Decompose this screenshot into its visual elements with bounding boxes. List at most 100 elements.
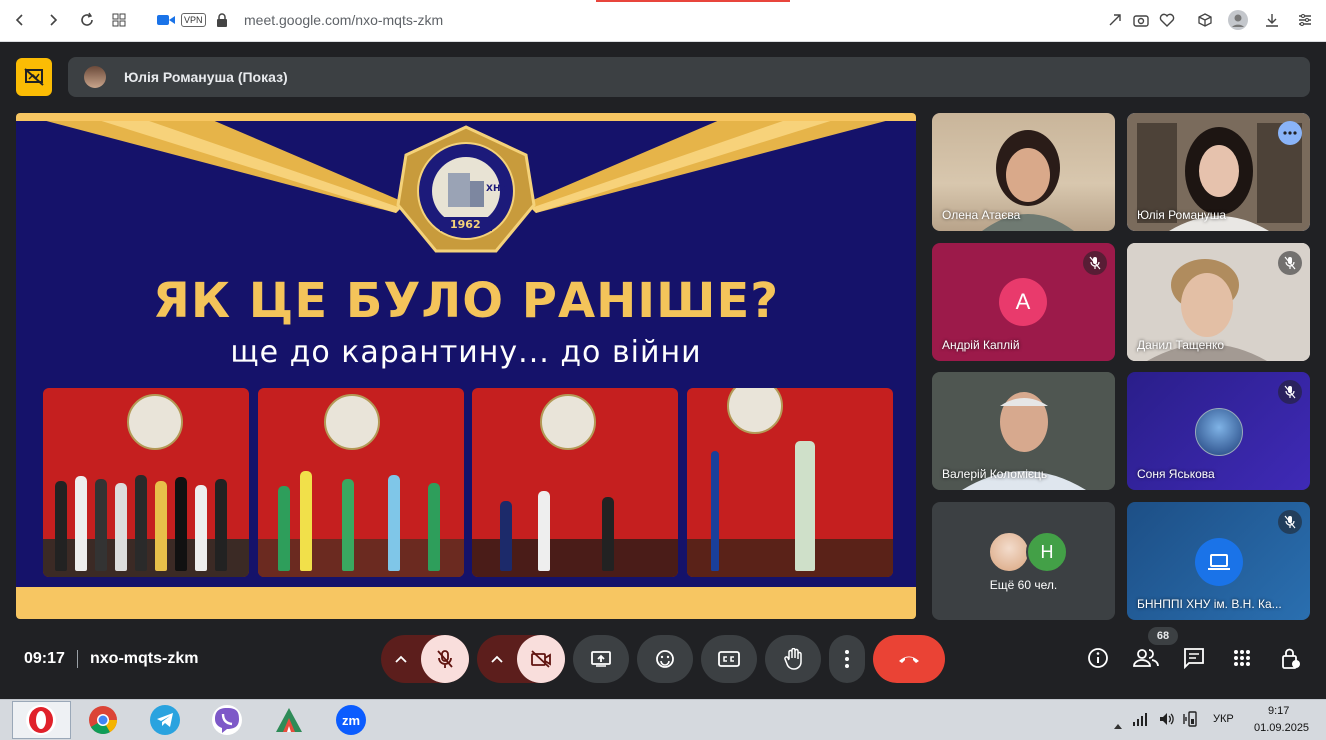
back-icon[interactable] — [10, 10, 30, 30]
heart-icon[interactable] — [1157, 10, 1177, 30]
info-icon — [1088, 648, 1108, 668]
chat-button[interactable] — [1180, 644, 1208, 672]
download-icon[interactable] — [1262, 10, 1282, 30]
mic-off-icon — [1089, 256, 1101, 270]
participant-tile[interactable]: Соня Яськова — [1127, 372, 1310, 490]
loading-bar — [596, 0, 790, 2]
video-settings-button[interactable] — [477, 655, 517, 663]
tabs-grid-icon[interactable] — [109, 10, 129, 30]
activities-button[interactable] — [1228, 644, 1256, 672]
reload-icon[interactable] — [77, 10, 97, 30]
people-button[interactable] — [1132, 644, 1160, 672]
more-vert-icon — [845, 650, 849, 668]
camera-in-use-icon[interactable] — [156, 10, 176, 30]
emoji-icon — [656, 650, 674, 668]
more-options-button[interactable] — [1278, 121, 1302, 145]
chrome-icon[interactable] — [88, 705, 118, 735]
mic-off-icon — [1284, 515, 1296, 529]
people-icon — [1133, 649, 1159, 667]
participant-tile[interactable]: Валерій Коломієць — [932, 372, 1115, 490]
chat-icon — [1184, 648, 1204, 669]
closed-caption-icon — [718, 651, 740, 667]
mic-toggle-button[interactable] — [421, 635, 469, 683]
address-bar-url[interactable]: meet.google.com/nxo-mqts-zkm — [244, 12, 443, 28]
extensions-cube-icon[interactable] — [1195, 10, 1215, 30]
divider — [77, 650, 78, 668]
camera-control — [477, 635, 565, 683]
battery-icon[interactable] — [1183, 711, 1201, 732]
profile-avatar-icon[interactable] — [1228, 10, 1248, 30]
participant-photo-avatar — [988, 531, 1030, 573]
people-count-badge: 68 — [1148, 627, 1178, 645]
mic-off-indicator — [1278, 380, 1302, 404]
host-controls-button[interactable] — [1277, 644, 1305, 672]
slide-photo-3 — [472, 388, 678, 577]
presenter-bar: Юлія Романуша (Показ) — [68, 57, 1310, 97]
participant-photo-avatar — [1195, 408, 1243, 456]
mic-off-indicator — [1278, 251, 1302, 275]
participant-tile[interactable]: Данил Тащенко — [1127, 243, 1310, 361]
participant-name: Данил Тащенко — [1137, 338, 1225, 352]
vpn-badge[interactable]: VPN — [181, 13, 206, 27]
present-to-all-icon — [591, 651, 611, 667]
easy-setup-menu-icon[interactable] — [1295, 10, 1315, 30]
tray-clock-time[interactable]: 9:17 — [1268, 705, 1289, 717]
apps-grid-icon — [1234, 650, 1250, 666]
more-participants-tile[interactable]: Н Ещё 60 чел. — [932, 502, 1115, 620]
presenter-name: Юлія Романуша (Показ) — [124, 69, 288, 85]
mic-off-icon — [1284, 256, 1296, 270]
emblem-year: 1962 — [450, 218, 481, 231]
slide-photo-4 — [687, 388, 893, 577]
os-taskbar: zm УКР 9:17 01.09.2025 — [0, 699, 1326, 740]
volume-icon[interactable] — [1159, 712, 1175, 731]
mic-off-icon — [437, 650, 453, 668]
hand-icon — [784, 648, 802, 670]
leave-call-button[interactable] — [873, 635, 945, 683]
audio-settings-button[interactable] — [381, 655, 421, 663]
present-screen-button[interactable] — [573, 635, 629, 683]
meeting-details-button[interactable] — [1084, 644, 1112, 672]
participant-name: Соня Яськова — [1137, 467, 1215, 481]
slide-title: ЯК ЦЕ БУЛО РАНІШЕ? — [152, 273, 780, 329]
lock-icon[interactable] — [212, 10, 232, 30]
telegram-icon[interactable] — [150, 705, 180, 735]
chevron-up-icon — [491, 655, 503, 663]
show-hidden-icons[interactable] — [1114, 716, 1122, 734]
reactions-button[interactable] — [637, 635, 693, 683]
presentation-layout-button[interactable] — [16, 58, 52, 96]
captions-button[interactable] — [701, 635, 757, 683]
emblem-text: ХНУ — [486, 184, 507, 194]
more-participants-label: Ещё 60 чел. — [989, 578, 1058, 592]
microphone-control — [381, 635, 469, 683]
send-icon[interactable] — [1105, 10, 1125, 30]
participant-tile[interactable]: А Андрій Каплій — [932, 243, 1115, 361]
university-emblem: ХНУ 1962 — [396, 125, 536, 253]
computer-avatar — [1195, 538, 1243, 586]
participant-name: Юлія Романуша — [1137, 208, 1227, 222]
more-options-button[interactable] — [829, 635, 865, 683]
participant-tile-active[interactable]: Юлія Романуша — [1127, 113, 1310, 231]
zoom-icon[interactable]: zm — [336, 705, 366, 735]
network-signal-icon[interactable] — [1133, 712, 1149, 731]
slide-content: ХНУ 1962 ЯК ЦЕ БУЛО РАНІШЕ? ще до карант… — [16, 121, 916, 587]
forward-icon[interactable] — [43, 10, 63, 30]
media-app-icon[interactable] — [274, 705, 304, 735]
participant-tile[interactable]: БННППІ ХНУ ім. В.Н. Ка... — [1127, 502, 1310, 620]
mic-off-icon — [1284, 385, 1296, 399]
videocam-off-icon — [531, 650, 551, 668]
lock-person-icon — [1282, 648, 1300, 669]
participant-name: Олена Атаєва — [942, 208, 1021, 222]
raise-hand-button[interactable] — [765, 635, 821, 683]
slide-photo-2 — [258, 388, 464, 577]
meeting-time: 09:17 — [24, 650, 65, 667]
tray-clock-date[interactable]: 01.09.2025 — [1254, 722, 1309, 734]
snapshot-icon[interactable] — [1131, 10, 1151, 30]
chevron-up-icon — [395, 655, 407, 663]
participant-tile[interactable]: Олена Атаєва — [932, 113, 1115, 231]
camera-toggle-button[interactable] — [517, 635, 565, 683]
opera-icon[interactable] — [26, 705, 56, 735]
mic-off-indicator — [1083, 251, 1107, 275]
viber-icon[interactable] — [212, 705, 242, 735]
keyboard-language[interactable]: УКР — [1213, 713, 1234, 725]
shared-screen: ХНУ 1962 ЯК ЦЕ БУЛО РАНІШЕ? ще до карант… — [16, 113, 916, 619]
